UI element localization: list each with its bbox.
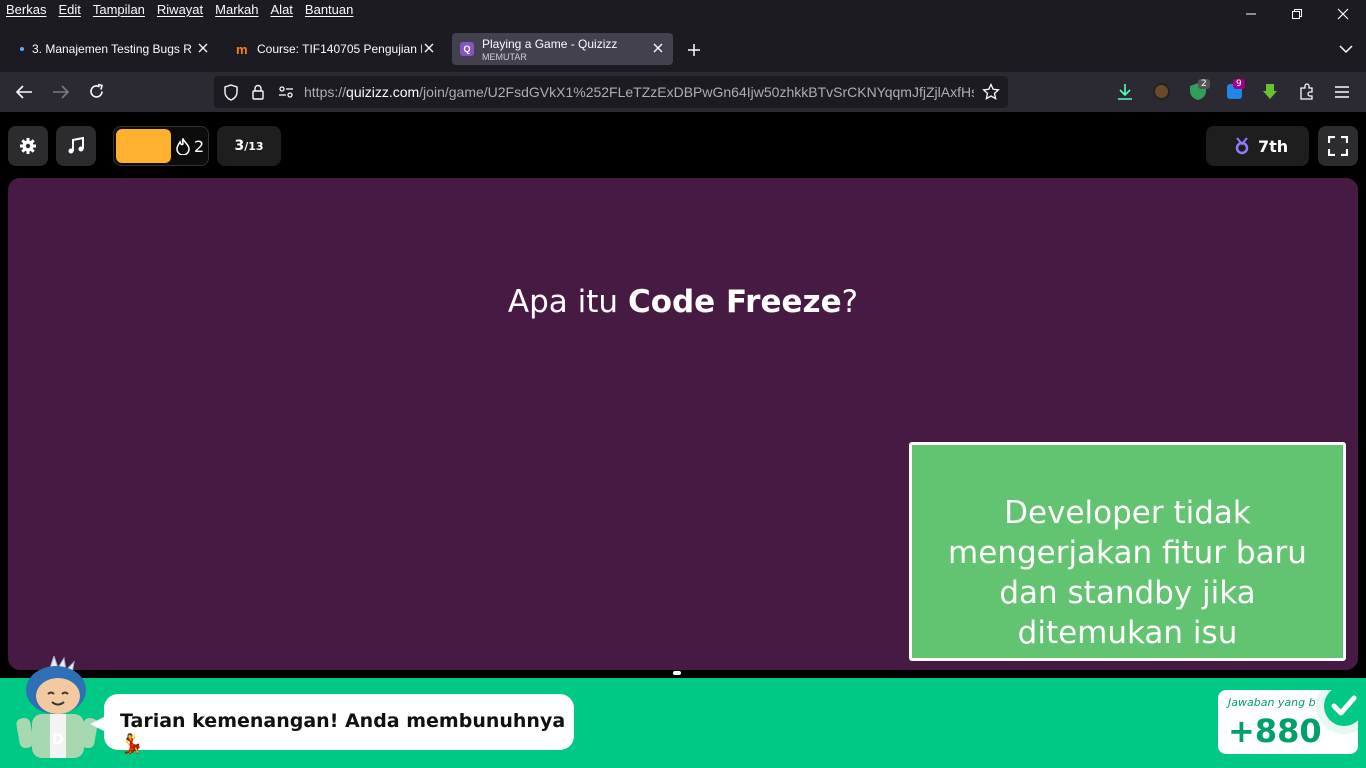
question-number: 3: [234, 138, 245, 154]
streak-count: 2: [194, 137, 205, 156]
extension-avatar-icon[interactable]: [1153, 83, 1170, 100]
close-tab-icon[interactable]: [196, 41, 210, 55]
tab-course[interactable]: m Course: TIF140705 Pengujian Pe: [226, 33, 444, 65]
question-counter: 3/13: [217, 126, 281, 166]
permissions-icon[interactable]: [278, 85, 294, 99]
streak-bar: [116, 129, 171, 163]
url-text: https://quizizz.com/join/game/U2FsdGVkX1…: [304, 84, 974, 100]
download-helper-icon[interactable]: [1262, 83, 1278, 101]
shield-icon[interactable]: [223, 84, 239, 101]
gear-icon: [20, 138, 36, 154]
menu-riwayat[interactable]: Riwayat: [157, 2, 203, 17]
menu-berkas[interactable]: Berkas: [6, 2, 46, 17]
list-tabs-icon[interactable]: [1339, 44, 1353, 54]
answer-text: Developer tidak mengerjakan fitur baru d…: [948, 495, 1307, 651]
scroll-indicator: [673, 671, 681, 675]
minimize-icon: [1246, 13, 1256, 15]
forward-icon[interactable]: [52, 84, 70, 100]
reload-icon[interactable]: [88, 83, 105, 100]
tab-playing-label: MEMUTAR: [482, 52, 527, 62]
menu-bantuan[interactable]: Bantuan: [305, 2, 353, 17]
new-tab-icon[interactable]: [687, 43, 701, 57]
menu-alat[interactable]: Alat: [271, 2, 293, 17]
medal-icon: [1235, 137, 1249, 155]
tab-favicon-icon: [20, 47, 24, 51]
close-tab-icon[interactable]: [422, 41, 436, 55]
menu-edit[interactable]: Edit: [58, 2, 80, 17]
music-button[interactable]: [56, 126, 96, 166]
tab-quizizz[interactable]: Q Playing a Game - Quizizz MEMUTAR: [452, 33, 673, 65]
tab-title: Course: TIF140705 Pengujian Pe: [257, 42, 422, 56]
streak-meter: 2: [113, 126, 209, 166]
question-area: Apa itu Code Freeze? Developer tidak men…: [8, 178, 1358, 670]
svg-text:D: D: [52, 732, 64, 748]
score-card: Jawaban yang b +880: [1218, 690, 1358, 754]
tab-title: Playing a Game - Quizizz: [482, 37, 618, 51]
avatar-character-icon: D: [16, 656, 98, 758]
restore-icon: [1292, 9, 1302, 19]
extensions-icon[interactable]: [1298, 83, 1315, 100]
feedback-text: Tarian kemenangan! Anda membunuhnya 💃: [120, 710, 566, 755]
close-icon: [1337, 8, 1349, 20]
quizizz-favicon-icon: Q: [460, 42, 474, 56]
correct-answer-option[interactable]: Developer tidak mengerjakan fitur baru d…: [909, 442, 1346, 661]
flame-icon: [176, 138, 190, 155]
tab-bar: 3. Manajemen Testing Bugs Rep m Course: …: [0, 24, 1366, 72]
menu-bar: Berkas Edit Tampilan Riwayat Markah Alat…: [0, 0, 1366, 24]
tab-manajemen-testing[interactable]: 3. Manajemen Testing Bugs Rep: [8, 33, 218, 65]
checkmark-icon: [1316, 690, 1358, 734]
score-label: Jawaban yang b: [1228, 696, 1316, 709]
feedback-message: Tarian kemenangan! Anda membunuhnya 💃: [90, 694, 574, 755]
menu-tampilan[interactable]: Tampilan: [93, 2, 145, 17]
menu-markah[interactable]: Markah: [215, 2, 258, 17]
moodle-icon: m: [236, 42, 248, 57]
fullscreen-button[interactable]: [1318, 126, 1358, 166]
downloads-icon[interactable]: [1117, 83, 1133, 101]
url-bar[interactable]: https://quizizz.com/join/game/U2FsdGVkX1…: [214, 76, 1008, 108]
feedback-bar: D Tarian kemenangan! Anda membunuhnya 💃 …: [0, 656, 1366, 768]
music-note-icon: [68, 137, 84, 154]
bookmark-star-icon[interactable]: [982, 83, 1000, 101]
extension-badge: 2: [1198, 79, 1210, 89]
question-text: Apa itu Code Freeze?: [507, 284, 859, 320]
settings-button[interactable]: [8, 126, 48, 166]
back-icon[interactable]: [15, 84, 33, 100]
tab-title: 3. Manajemen Testing Bugs Rep: [32, 42, 192, 56]
rank-badge: 7th: [1206, 126, 1309, 166]
lock-icon[interactable]: [251, 84, 265, 100]
nav-bar: https://quizizz.com/join/game/U2FsdGVkX1…: [0, 72, 1366, 112]
extension-badge: 9: [1233, 79, 1245, 89]
fullscreen-icon: [1328, 136, 1348, 156]
question-total: /13: [244, 139, 264, 153]
rank-text: 7th: [1258, 137, 1289, 156]
quiz-toolbar: 2 3/13 7th: [0, 112, 1366, 178]
close-tab-icon[interactable]: [651, 41, 665, 55]
hamburger-menu-icon[interactable]: [1334, 85, 1350, 99]
